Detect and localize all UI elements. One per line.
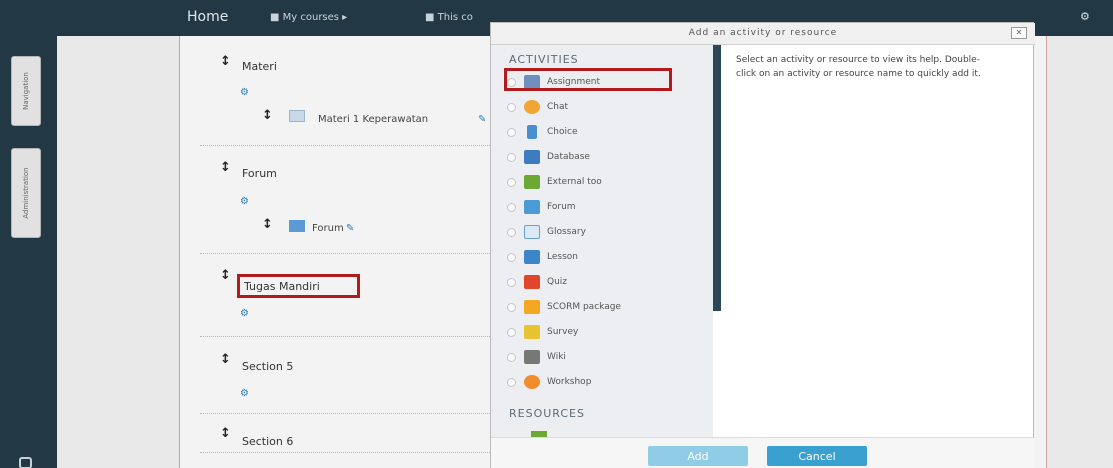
option-chat[interactable]: Chat bbox=[507, 98, 697, 118]
move-icon[interactable]: ↕ bbox=[220, 160, 231, 175]
radio-button[interactable] bbox=[507, 103, 516, 112]
chat-icon bbox=[524, 100, 540, 114]
file-icon bbox=[289, 110, 305, 122]
administration-dock-tab[interactable]: Administration bbox=[11, 148, 41, 238]
courses-icon: ■ bbox=[270, 12, 280, 23]
radio-button[interactable] bbox=[507, 303, 516, 312]
move-icon[interactable]: ↕ bbox=[262, 217, 273, 232]
wiki-icon bbox=[524, 350, 540, 364]
resources-heading: RESOURCES bbox=[509, 407, 585, 420]
edit-pencil-icon[interactable]: ✎ bbox=[478, 114, 486, 125]
move-icon[interactable]: ↕ bbox=[262, 108, 273, 123]
edit-cog-icon[interactable]: ⚙ bbox=[240, 388, 249, 399]
options-list[interactable]: ACTIVITIES Assignment Chat Choice Databa… bbox=[491, 45, 713, 437]
this-course-menu[interactable]: ■ This co bbox=[425, 12, 473, 23]
add-button[interactable]: Add bbox=[648, 446, 748, 466]
section-title: Forum bbox=[242, 167, 277, 180]
edit-pencil-icon[interactable]: ✎ bbox=[346, 223, 354, 234]
edit-cog-icon[interactable]: ⚙ bbox=[240, 87, 249, 98]
list-scrollbar[interactable] bbox=[713, 45, 721, 311]
dialog-header: Add an activity or resource ✕ bbox=[491, 23, 1035, 45]
section-divider bbox=[200, 336, 490, 337]
navigation-dock-tab[interactable]: Navigation bbox=[11, 56, 41, 126]
close-icon[interactable]: ✕ bbox=[1011, 27, 1027, 39]
dialog-footer: Add Cancel bbox=[491, 437, 1035, 468]
survey-icon bbox=[524, 325, 540, 339]
section-title: Section 6 bbox=[242, 435, 294, 448]
left-dock: Navigation Administration bbox=[0, 36, 57, 468]
radio-button[interactable] bbox=[507, 253, 516, 262]
dock-toggle-icon[interactable] bbox=[19, 457, 32, 468]
radio-button[interactable] bbox=[507, 203, 516, 212]
radio-button[interactable] bbox=[507, 128, 516, 137]
course-icon: ■ bbox=[425, 12, 435, 23]
option-scorm-package[interactable]: SCORM package bbox=[507, 298, 697, 318]
option-workshop[interactable]: Workshop bbox=[507, 373, 697, 393]
home-link[interactable]: Home bbox=[187, 9, 228, 25]
option-choice[interactable]: Choice bbox=[507, 123, 697, 143]
workshop-icon bbox=[524, 375, 540, 389]
activity-link[interactable]: Materi 1 Keperawatan bbox=[318, 114, 428, 125]
edit-cog-icon[interactable]: ⚙ bbox=[240, 308, 249, 319]
section-divider bbox=[200, 145, 490, 146]
cancel-button[interactable]: Cancel bbox=[767, 446, 867, 466]
section-title: Section 5 bbox=[242, 360, 294, 373]
move-icon[interactable]: ↕ bbox=[220, 268, 231, 283]
radio-button[interactable] bbox=[507, 328, 516, 337]
option-external-tool[interactable]: External too bbox=[507, 173, 697, 193]
glossary-icon bbox=[524, 225, 540, 239]
add-activity-dialog: Add an activity or resource ✕ ACTIVITIES… bbox=[490, 22, 1035, 468]
choice-icon bbox=[527, 125, 537, 139]
radio-button[interactable] bbox=[507, 353, 516, 362]
annotation-highlight bbox=[504, 68, 672, 91]
activities-heading: ACTIVITIES bbox=[509, 53, 579, 66]
option-database[interactable]: Database bbox=[507, 148, 697, 168]
radio-button[interactable] bbox=[507, 278, 516, 287]
section-title: Tugas Mandiri bbox=[244, 280, 320, 293]
option-wiki[interactable]: Wiki bbox=[507, 348, 697, 368]
section-title: Materi bbox=[242, 60, 277, 73]
move-icon[interactable]: ↕ bbox=[220, 54, 231, 69]
option-survey[interactable]: Survey bbox=[507, 323, 697, 343]
option-forum[interactable]: Forum bbox=[507, 198, 697, 218]
section-divider bbox=[200, 253, 490, 254]
radio-button[interactable] bbox=[507, 153, 516, 162]
move-icon[interactable]: ↕ bbox=[220, 426, 231, 441]
radio-button[interactable] bbox=[507, 178, 516, 187]
radio-button[interactable] bbox=[507, 378, 516, 387]
option-glossary[interactable]: Glossary bbox=[507, 223, 697, 243]
gear-icon[interactable]: ⚙ bbox=[1080, 10, 1090, 23]
move-icon[interactable]: ↕ bbox=[220, 352, 231, 367]
dialog-title: Add an activity or resource bbox=[688, 28, 838, 38]
radio-button[interactable] bbox=[507, 228, 516, 237]
quiz-icon bbox=[524, 275, 540, 289]
external-tool-icon bbox=[524, 175, 540, 189]
lesson-icon bbox=[524, 250, 540, 264]
section-divider bbox=[200, 452, 490, 453]
section-divider bbox=[200, 413, 490, 414]
option-lesson[interactable]: Lesson bbox=[507, 248, 697, 268]
option-quiz[interactable]: Quiz bbox=[507, 273, 697, 293]
activity-link[interactable]: Forum bbox=[312, 223, 344, 234]
database-icon bbox=[524, 150, 540, 164]
forum-icon bbox=[524, 200, 540, 214]
edit-cog-icon[interactable]: ⚙ bbox=[240, 196, 249, 207]
my-courses-menu[interactable]: ■ My courses ▸ bbox=[270, 12, 347, 23]
forum-icon bbox=[289, 220, 305, 232]
scorm-icon bbox=[524, 300, 540, 314]
help-text: Select an activity or resource to view i… bbox=[736, 55, 981, 79]
